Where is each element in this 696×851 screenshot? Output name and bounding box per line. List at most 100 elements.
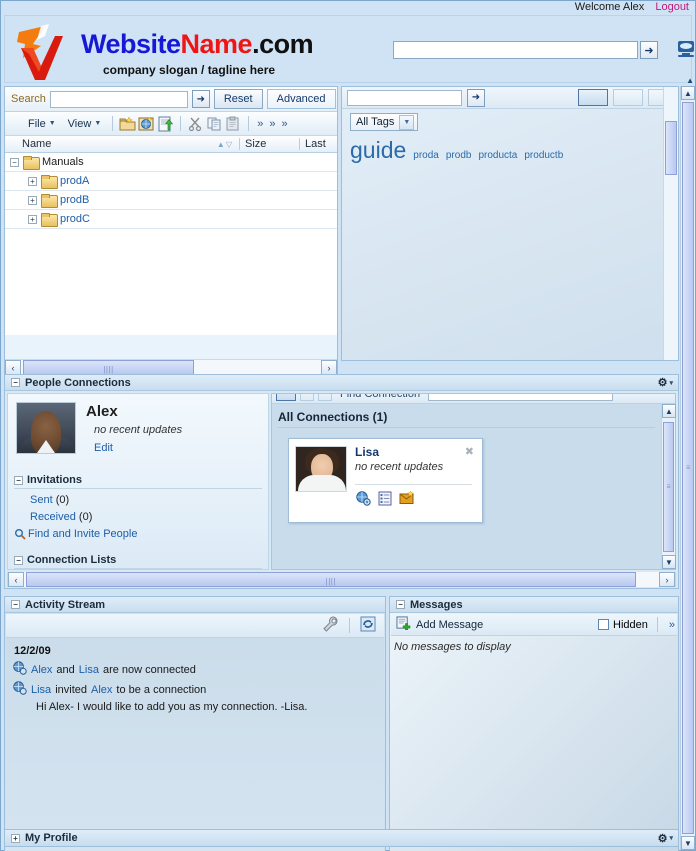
collapse-icon[interactable]: − [14, 475, 23, 485]
explorer-advanced-button[interactable]: Advanced [266, 89, 336, 109]
toolbar-overflow-icon-2[interactable]: » [267, 118, 277, 130]
menu-view[interactable]: View ▼ [63, 117, 107, 131]
connections-view-button-2[interactable] [300, 394, 314, 401]
table-row[interactable]: − Manuals [5, 153, 337, 172]
column-header-last[interactable]: Last [299, 138, 337, 150]
scroll-thumb[interactable] [665, 121, 677, 175]
collapse-icon[interactable]: − [11, 600, 20, 609]
scroll-up-button[interactable]: ▲ [662, 404, 676, 418]
tag-item[interactable]: prodb [446, 150, 472, 161]
activity-actor-link[interactable]: Alex [31, 664, 52, 676]
list-icon[interactable] [377, 491, 393, 506]
screen-monitor-icon[interactable] [675, 40, 696, 58]
connection-card[interactable]: Lisa no recent updates ✖ [288, 438, 483, 523]
tag-panel-vertical-scrollbar[interactable] [663, 87, 678, 360]
tag-item[interactable]: proda [413, 150, 439, 161]
explorer-search-go-button[interactable]: ➜ [191, 90, 210, 108]
close-icon[interactable]: ✖ [465, 445, 474, 458]
column-header-size[interactable]: Size [239, 138, 299, 150]
scroll-down-button[interactable]: ▼ [681, 836, 695, 850]
toolbar-overflow-icon-3[interactable]: » [280, 118, 290, 130]
page-vertical-scrollbar[interactable]: ▲ ▲ ≡ ▼ [680, 76, 695, 850]
sort-arrows-icon[interactable]: ▲▽ [217, 140, 233, 149]
collapse-icon[interactable]: − [396, 600, 405, 609]
tag-view-button-1[interactable] [578, 89, 608, 106]
scroll-left-button[interactable]: ‹ [8, 572, 24, 587]
scroll-thumb[interactable]: ≡ [682, 102, 694, 834]
tree-item-label[interactable]: prodB [60, 194, 89, 206]
menu-file[interactable]: File ▼ [23, 117, 61, 131]
messages-overflow-icon[interactable]: » [667, 619, 677, 631]
collapse-icon[interactable]: − [11, 378, 20, 387]
tree-item-label[interactable]: prodA [60, 175, 89, 187]
connections-view-button-3[interactable] [318, 394, 332, 401]
activity-target-link[interactable]: Alex [91, 684, 112, 696]
explorer-search-input[interactable] [49, 90, 188, 108]
scroll-right-button[interactable]: › [321, 360, 337, 375]
hidden-checkbox[interactable] [598, 619, 610, 630]
find-invite-people-link[interactable]: Find and Invite People [28, 528, 137, 540]
chevron-down-icon[interactable]: ▾ [669, 834, 673, 842]
tree-expander-icon[interactable]: − [10, 157, 19, 167]
people-connections-horizontal-scrollbar[interactable]: ‹ |||| › [7, 572, 676, 587]
connections-vertical-scrollbar[interactable]: ▲ ≡ ▼ [661, 404, 676, 569]
scroll-right-button[interactable]: › [659, 572, 675, 587]
new-global-document-icon[interactable] [138, 116, 155, 132]
tag-item[interactable]: productb [524, 150, 563, 161]
new-folder-icon[interactable] [119, 115, 136, 132]
explorer-reset-button[interactable]: Reset [213, 89, 263, 109]
tree-expander-icon[interactable]: + [28, 176, 37, 186]
scroll-track[interactable]: |||| [21, 360, 321, 375]
tag-item[interactable]: producta [478, 150, 517, 161]
tree-expander-icon[interactable]: + [28, 214, 37, 224]
table-row[interactable]: + prodA [5, 172, 337, 191]
edit-profile-link[interactable]: Edit [94, 442, 113, 454]
activity-target-link[interactable]: Lisa [79, 664, 99, 676]
explorer-horizontal-scrollbar[interactable]: ‹ |||| › [5, 359, 337, 375]
scroll-down-button[interactable]: ▼ [662, 555, 676, 569]
expand-icon[interactable]: + [11, 833, 20, 843]
header-search-input[interactable] [393, 41, 638, 59]
connections-icon[interactable] [355, 491, 371, 506]
header-search-go-button[interactable]: ➜ [640, 41, 658, 59]
upload-document-icon[interactable] [157, 116, 174, 132]
toolbar-overflow-icon-1[interactable]: » [255, 118, 265, 130]
wrench-icon[interactable] [323, 616, 339, 635]
invitations-received-link[interactable]: Received (0) [30, 511, 92, 523]
add-message-button[interactable]: Add Message [416, 619, 483, 631]
my-profile-panel-header[interactable]: + My Profile ⚙ ▾ [4, 829, 679, 847]
table-row[interactable]: + prodB [5, 191, 337, 210]
activity-actor-link[interactable]: Lisa [31, 684, 51, 696]
hidden-filter[interactable]: Hidden [598, 619, 648, 631]
refresh-icon[interactable] [360, 616, 376, 635]
send-message-icon[interactable] [399, 490, 415, 506]
paste-icon[interactable] [225, 116, 242, 132]
tag-filter-go-button[interactable]: ➜ [467, 88, 485, 107]
tag-scope-select[interactable]: All Tags ▼ [350, 113, 419, 131]
add-message-icon[interactable] [396, 616, 411, 633]
copy-icon[interactable] [206, 116, 223, 132]
connection-name[interactable]: Lisa [355, 445, 379, 459]
gear-icon[interactable]: ⚙ [658, 376, 668, 389]
tag-filter-input[interactable] [347, 89, 462, 106]
scroll-thumb[interactable]: ≡ [663, 422, 674, 552]
chevron-down-icon[interactable]: ▾ [669, 379, 673, 387]
scroll-left-button[interactable]: ‹ [5, 360, 21, 375]
tree-expander-icon[interactable]: + [28, 195, 37, 205]
scroll-track[interactable]: |||| [24, 572, 659, 587]
logout-link[interactable]: Logout [655, 1, 689, 13]
tree-item-label[interactable]: prodC [60, 213, 90, 225]
table-row[interactable]: + prodC [5, 210, 337, 229]
column-header-name[interactable]: Name ▲▽ [5, 138, 239, 150]
scroll-thumb[interactable]: |||| [26, 572, 636, 587]
connections-view-button-1[interactable] [276, 394, 296, 401]
tag-view-button-2[interactable] [613, 89, 643, 106]
tag-item[interactable]: guide [350, 137, 406, 164]
scroll-up-button[interactable]: ▲ [681, 86, 695, 100]
cut-icon[interactable] [187, 116, 204, 132]
chevron-down-icon[interactable]: ▼ [399, 114, 415, 130]
panel-options[interactable]: ⚙ ▾ [658, 376, 673, 389]
find-connection-input[interactable] [428, 394, 614, 401]
gear-icon[interactable]: ⚙ [658, 832, 668, 845]
invitations-sent-link[interactable]: Sent (0) [30, 494, 69, 506]
